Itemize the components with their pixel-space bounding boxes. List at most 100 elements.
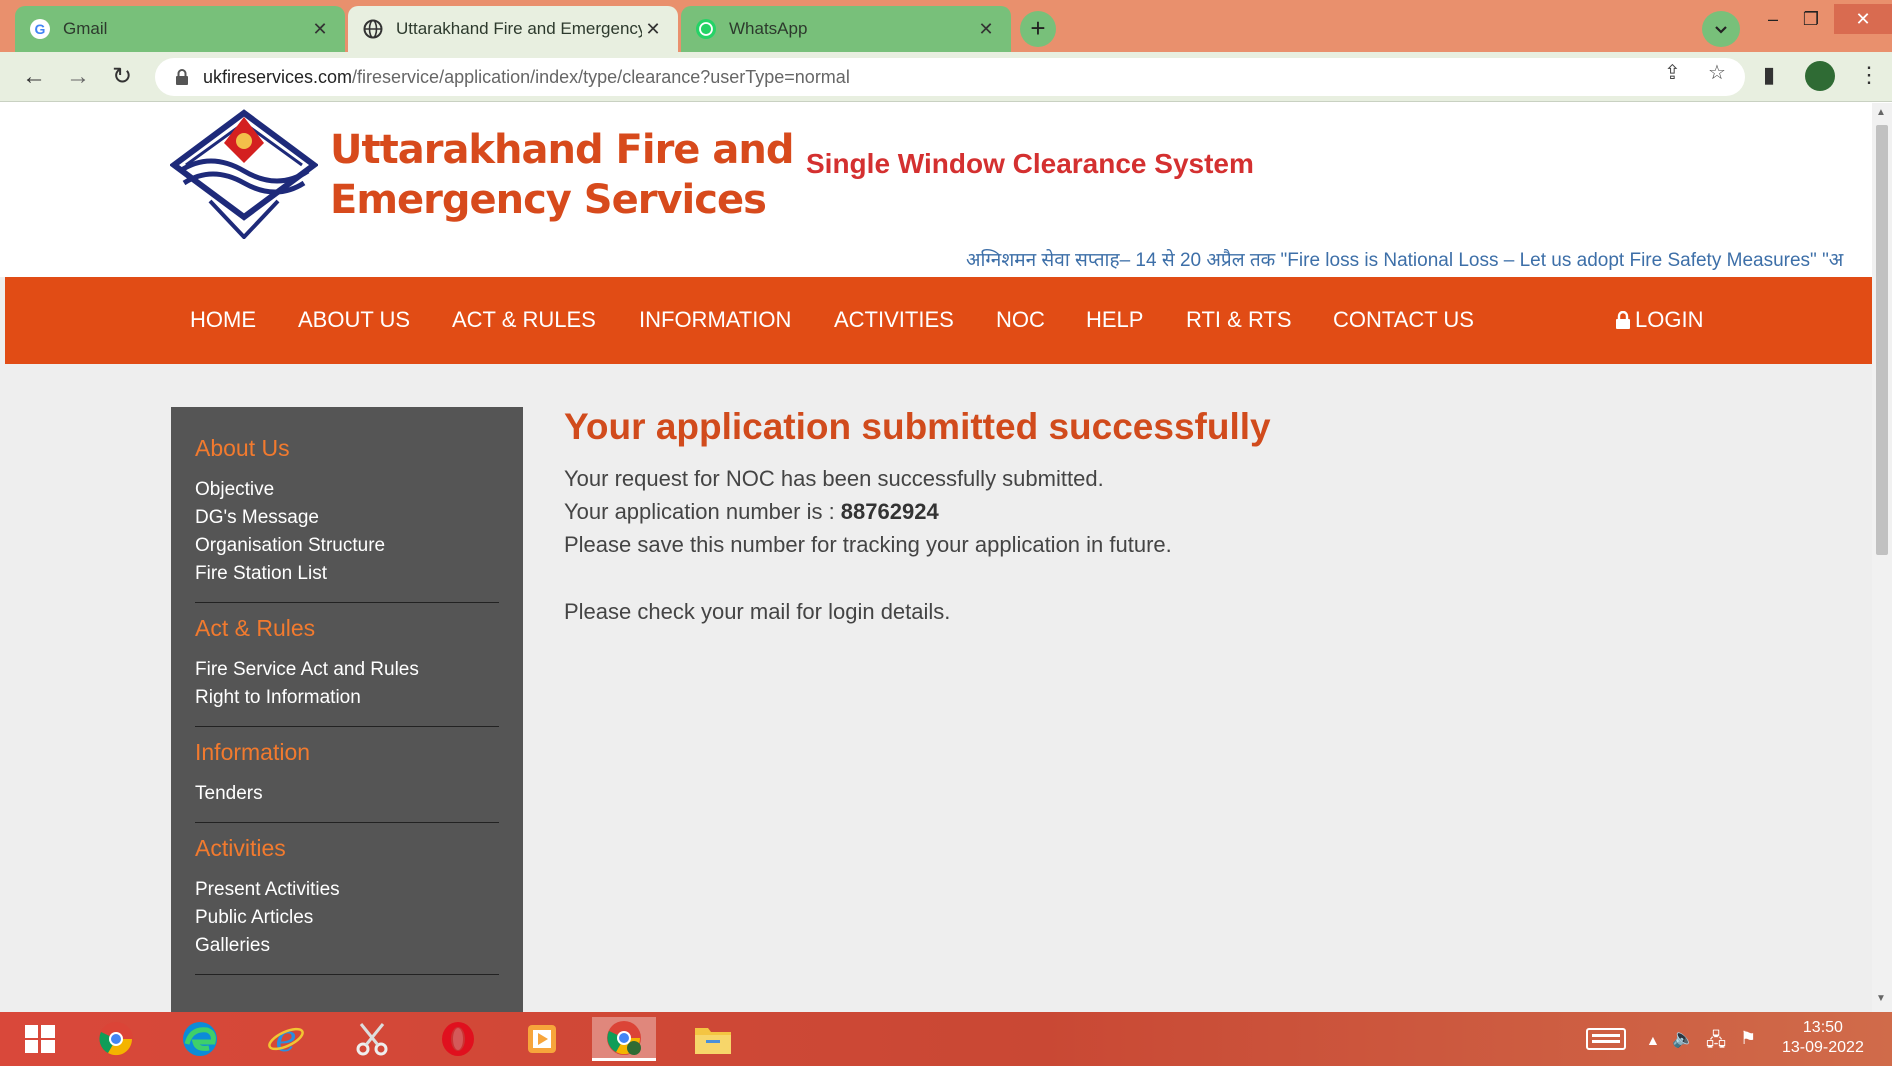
scroll-down-arrow-icon[interactable]: ▼ [1876,993,1886,1004]
tab-gmail[interactable]: G Gmail ✕ [15,6,345,52]
main-navigation: HOME ABOUT US ACT & RULES INFORMATION AC… [5,277,1872,364]
network-icon[interactable]: 🖧 [1706,1028,1726,1058]
sidebar-link-right-to-information[interactable]: Right to Information [195,684,499,712]
nav-contact-us[interactable]: CONTACT US [1333,307,1474,333]
nav-home[interactable]: HOME [190,307,256,333]
page-scrollbar[interactable]: ▲ ▼ [1872,103,1892,1012]
message-line-save-number: Please save this number for tracking you… [564,532,1172,557]
sidebar-link-organisation-structure[interactable]: Organisation Structure [195,532,499,560]
clock-date: 13-09-2022 [1782,1039,1864,1056]
page-title: Your application submitted successfully [564,406,1271,447]
site-title: Uttarakhand Fire and Emergency Services [330,127,794,223]
nav-login[interactable]: LOGIN [1615,307,1703,333]
sidebar-link-objective[interactable]: Objective [195,476,499,504]
flag-icon[interactable]: ⚑ [1740,1028,1756,1049]
tab-whatsapp[interactable]: WhatsApp ✕ [681,6,1011,52]
svg-text:G: G [35,21,46,37]
clock-time: 13:50 [1802,1019,1843,1036]
sidebar-group-act-rules: Act & Rules Fire Service Act and Rules R… [195,615,499,727]
sidebar-link-fire-station-list[interactable]: Fire Station List [195,560,499,588]
message-line-application-number: Your application number is : 88762924 [564,499,939,524]
nav-activities[interactable]: ACTIVITIES [834,307,954,333]
profile-avatar[interactable] [1805,61,1835,91]
sidebar-link-public-articles[interactable]: Public Articles [195,904,499,932]
application-number: 88762924 [840,499,939,524]
share-icon[interactable]: ⇪ [1664,60,1681,85]
new-tab-button[interactable]: + [1020,11,1056,47]
sidebar-link-galleries[interactable]: Galleries [195,932,499,960]
sidebar-group-activities: Activities Present Activities Public Art… [195,835,499,975]
side-panel-icon[interactable]: ▮ [1763,62,1775,88]
sidebar-link-dg-message[interactable]: DG's Message [195,504,499,532]
tab-search-button[interactable] [1702,11,1740,47]
sidebar-link-fire-service-act[interactable]: Fire Service Act and Rules [195,656,499,684]
page-viewport: Uttarakhand Fire and Emergency Services … [0,103,1872,1012]
sidebar-group-information: Information Tenders [195,739,499,823]
window-close-button[interactable]: ✕ [1834,4,1892,34]
chevron-down-icon [1715,26,1727,34]
lock-icon [176,69,188,85]
file-explorer-icon[interactable] [682,1017,744,1061]
taskbar-clock[interactable]: 13:50 13-09-2022 [1782,1018,1864,1058]
minimize-button[interactable]: – [1752,4,1794,34]
url-field[interactable]: ukfireservices.com/fireservice/applicati… [155,58,1745,96]
windows-start-icon[interactable] [12,1017,68,1061]
login-label: LOGIN [1635,307,1704,332]
uttarakhand-emblem-logo [170,109,318,239]
snipping-tool-icon[interactable] [344,1017,400,1061]
browser-tab-strip: G Gmail ✕ Uttarakhand Fire and Emergency… [0,0,1892,52]
lock-icon [1616,311,1630,329]
close-icon[interactable]: ✕ [309,19,331,40]
sidebar-heading: About Us [195,435,290,461]
site-header: Uttarakhand Fire and Emergency Services … [0,103,1872,277]
nav-noc[interactable]: NOC [996,307,1045,333]
sidebar-link-present-activities[interactable]: Present Activities [195,876,499,904]
message-line-check-mail: Please check your mail for login details… [564,599,951,624]
nav-rti-rts[interactable]: RTI & RTS [1186,307,1292,333]
sidebar-link-tenders[interactable]: Tenders [195,780,499,808]
svg-text:e: e [275,1020,296,1058]
whatsapp-icon [695,18,717,40]
menu-kebab-icon[interactable]: ⋮ [1858,62,1880,88]
nav-act-rules[interactable]: ACT & RULES [452,307,596,333]
windows-taskbar: e ▲ 🔈 🖧 ⚑ 13:50 13-09-2022 [0,1012,1892,1066]
chevron-up-icon[interactable]: ▲ [1646,1032,1660,1048]
url-host: ukfireservices.com [203,66,353,87]
tab-title: WhatsApp [729,19,808,38]
bookmark-star-icon[interactable]: ☆ [1708,60,1726,85]
forward-button[interactable]: → [62,62,94,92]
scroll-up-arrow-icon[interactable]: ▲ [1876,107,1886,118]
tab-uttarakhand-fire[interactable]: Uttarakhand Fire and Emergency ✕ [348,6,678,52]
chrome-active-window-icon[interactable] [592,1017,656,1061]
message-line-submitted: Your request for NOC has been successful… [564,466,1104,491]
address-bar: ← → ↻ ukfireservices.com/fireservice/app… [0,52,1892,102]
scroll-thumb[interactable] [1876,125,1888,555]
sidebar-heading: Act & Rules [195,615,316,641]
sidebar-heading: Information [195,739,311,765]
sidebar-heading: Activities [195,835,286,861]
tab-title: Gmail [63,19,108,38]
edge-icon[interactable] [172,1017,228,1061]
opera-icon[interactable] [430,1017,486,1061]
touch-keyboard-icon[interactable] [1586,1028,1626,1055]
back-button[interactable]: ← [18,62,50,92]
sidebar: About Us Objective DG's Message Organisa… [171,407,523,1012]
url-path: /fireservice/application/index/type/clea… [352,66,850,87]
success-message: Your application submitted successfully … [564,406,1271,628]
globe-icon [362,18,384,40]
nav-help[interactable]: HELP [1086,307,1143,333]
google-icon: G [29,18,51,40]
system-subtitle: Single Window Clearance System [806,148,1254,179]
internet-explorer-icon[interactable]: e [258,1017,314,1061]
chrome-icon[interactable] [88,1017,144,1061]
close-icon[interactable]: ✕ [975,19,997,40]
close-icon[interactable]: ✕ [642,19,664,40]
restore-button[interactable]: ❐ [1790,4,1832,34]
reload-button[interactable]: ↻ [106,62,138,92]
speaker-muted-icon[interactable]: 🔈 [1672,1028,1694,1049]
sidebar-group-about-us: About Us Objective DG's Message Organisa… [195,435,499,603]
media-player-icon[interactable] [514,1017,570,1061]
news-marquee: अग्निशमन सेवा सप्ताह– 14 से 20 अप्रैल तक… [966,250,1844,271]
nav-about-us[interactable]: ABOUT US [298,307,410,333]
nav-information[interactable]: INFORMATION [639,307,791,333]
